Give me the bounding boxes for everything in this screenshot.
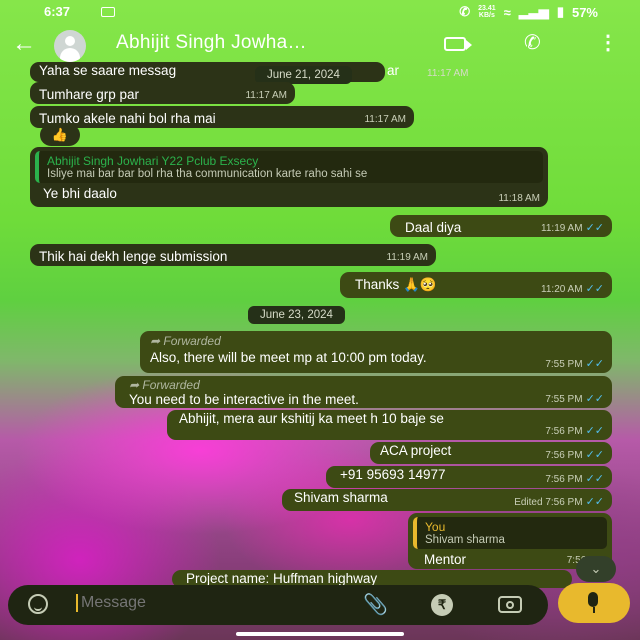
quoted-message[interactable]: You Shivam sharma xyxy=(413,517,607,549)
message-bubble-outgoing[interactable]: +91 95693 14977 7:56 PM ✓✓ xyxy=(326,466,612,488)
quoted-text: Isliye mai bar bar bol rha tha communica… xyxy=(47,168,368,180)
message-time: 7:56 PM xyxy=(545,474,583,485)
paperclip-icon[interactable]: 📎 xyxy=(363,592,388,617)
message-time: 11:17 AM xyxy=(245,90,287,101)
message-bubble[interactable]: Thik hai dekh lenge submission 11:19 AM xyxy=(30,244,436,266)
message-text: Thik hai dekh lenge submission xyxy=(39,249,228,264)
reaction-badge[interactable]: 👍 xyxy=(40,124,80,146)
forwarded-label: Forwarded xyxy=(163,334,221,348)
message-bubble-outgoing[interactable]: Daal diya 11:19 AM ✓✓ xyxy=(390,215,612,237)
call-status-icon: ✆ xyxy=(459,4,471,19)
net-speed: 23.41 KB/s xyxy=(478,5,496,19)
wifi-icon: ≈ xyxy=(503,4,511,20)
quoted-sender: You xyxy=(425,520,446,534)
message-input[interactable] xyxy=(76,594,341,612)
status-right: ✆ 23.41 KB/s ≈ ▂▃▅ ▮ 57% xyxy=(459,4,598,20)
message-bubble-outgoing[interactable]: ACA project 7:56 PM ✓✓ xyxy=(370,442,612,464)
emoji-icon[interactable] xyxy=(28,594,48,614)
message-time: 11:20 AM xyxy=(541,284,583,295)
message-text: Tumhare grp par xyxy=(39,87,140,102)
reply-message-bubble[interactable]: Abhijit Singh Jowhari Y22 Pclub Exsecy I… xyxy=(30,147,548,207)
message-text: Shivam sharma xyxy=(294,490,388,505)
message-text: Ye bhi daalo xyxy=(43,186,117,201)
message-time: 7:56 PM xyxy=(545,426,583,437)
net-speed-unit: KB/s xyxy=(478,12,495,19)
message-bubble-outgoing[interactable]: Thanks 🙏🥺 11:20 AM ✓✓ xyxy=(340,272,612,298)
message-text: Abhijit, mera aur kshitij ka meet h 10 b… xyxy=(179,411,444,426)
battery-percent: 57% xyxy=(571,4,598,20)
contact-name[interactable]: Abhijit Singh Jowha… xyxy=(116,32,307,54)
camera-icon[interactable] xyxy=(498,596,522,613)
message-time: 7:55 PM xyxy=(545,359,583,370)
scroll-down-button[interactable]: ⌄ xyxy=(576,556,616,582)
message-text: Also, there will be meet mp at 10:00 pm … xyxy=(150,350,427,365)
date-chip: June 23, 2024 xyxy=(248,306,345,324)
arrow-left-icon[interactable]: ← xyxy=(12,30,36,58)
message-bubble-outgoing[interactable]: Abhijit, mera aur kshitij ka meet h 10 b… xyxy=(167,410,612,440)
net-speed-value: 23.41 xyxy=(478,5,496,12)
quoted-sender: Abhijit Singh Jowhari Y22 Pclub Exsecy xyxy=(47,154,259,168)
forwarded-message-bubble[interactable]: ➦ Forwarded You need to be interactive i… xyxy=(115,376,612,408)
message-time: 7:56 PM xyxy=(545,450,583,461)
message-text: ACA project xyxy=(380,443,452,458)
forward-arrow-icon: ➦ xyxy=(150,334,161,348)
status-time: 6:37 xyxy=(44,4,71,19)
message-time: 11:19 AM xyxy=(386,252,428,263)
rupee-payment-icon[interactable]: ₹ xyxy=(431,594,453,616)
message-text: Yaha se saare messag xyxy=(39,63,177,78)
avatar-body xyxy=(60,48,80,62)
message-time: 11:17 AM xyxy=(364,114,406,125)
message-time: Edited 7:56 PM xyxy=(514,497,583,508)
phone-icon[interactable]: ✆ xyxy=(524,30,541,55)
read-ticks-icon: ✓✓ xyxy=(585,473,604,485)
forward-arrow-icon: ➦ xyxy=(129,378,140,392)
message-text: You need to be interactive in the meet. xyxy=(129,392,359,407)
more-vert-icon[interactable]: ⋮ xyxy=(598,30,618,55)
read-ticks-icon: ✓✓ xyxy=(585,358,604,370)
message-composer: 📎 ₹ xyxy=(8,585,548,625)
sim-icon xyxy=(101,7,115,17)
message-text-tail: ar xyxy=(387,63,400,78)
message-text: Thanks 🙏🥺 xyxy=(355,277,437,292)
quoted-text: Shivam sharma xyxy=(425,534,505,546)
status-bar: 6:37 ✆ 23.41 KB/s ≈ ▂▃▅ ▮ 57% xyxy=(0,0,640,26)
message-time: 7:55 PM xyxy=(545,394,583,405)
message-bubble[interactable]: Tumhare grp par 11:17 AM xyxy=(30,82,295,104)
quoted-message[interactable]: Abhijit Singh Jowhari Y22 Pclub Exsecy I… xyxy=(35,151,543,183)
message-time: 11:19 AM xyxy=(541,223,583,234)
forwarded-label: Forwarded xyxy=(142,378,200,392)
message-text: +91 95693 14977 xyxy=(340,467,446,482)
microphone-icon xyxy=(588,592,598,607)
voice-record-button[interactable] xyxy=(558,583,630,623)
chat-header: ← Abhijit Singh Jowha… ✆ ⋮ xyxy=(0,26,640,64)
avatar[interactable] xyxy=(54,30,86,62)
read-ticks-icon: ✓✓ xyxy=(585,222,604,234)
message-text: Mentor xyxy=(424,552,467,567)
message-time: 11:18 AM xyxy=(498,193,540,204)
chevron-double-down-icon: ⌄ xyxy=(590,561,602,576)
read-ticks-icon: ✓✓ xyxy=(585,283,604,295)
read-ticks-icon: ✓✓ xyxy=(585,425,604,437)
read-ticks-icon: ✓✓ xyxy=(585,449,604,461)
message-time: 11:17 AM xyxy=(427,68,469,79)
message-text: Project name: Huffman highway xyxy=(186,571,378,586)
microphone-stand xyxy=(593,607,595,613)
read-ticks-icon: ✓✓ xyxy=(585,393,604,405)
battery-icon: ▮ xyxy=(556,4,564,19)
avatar-head xyxy=(65,36,75,46)
read-ticks-icon: ✓✓ xyxy=(585,496,604,508)
signal-icon: ▂▃▅ xyxy=(518,4,549,19)
message-bubble[interactable]: Tumko akele nahi bol rha mai 11:17 AM xyxy=(30,106,414,128)
message-text: Daal diya xyxy=(405,220,462,235)
message-bubble-outgoing[interactable]: Shivam sharma Edited 7:56 PM ✓✓ xyxy=(282,489,612,511)
video-call-icon[interactable] xyxy=(444,37,472,51)
gesture-home-bar[interactable] xyxy=(236,632,404,636)
forwarded-message-bubble[interactable]: ➦ Forwarded Also, there will be meet mp … xyxy=(140,331,612,373)
